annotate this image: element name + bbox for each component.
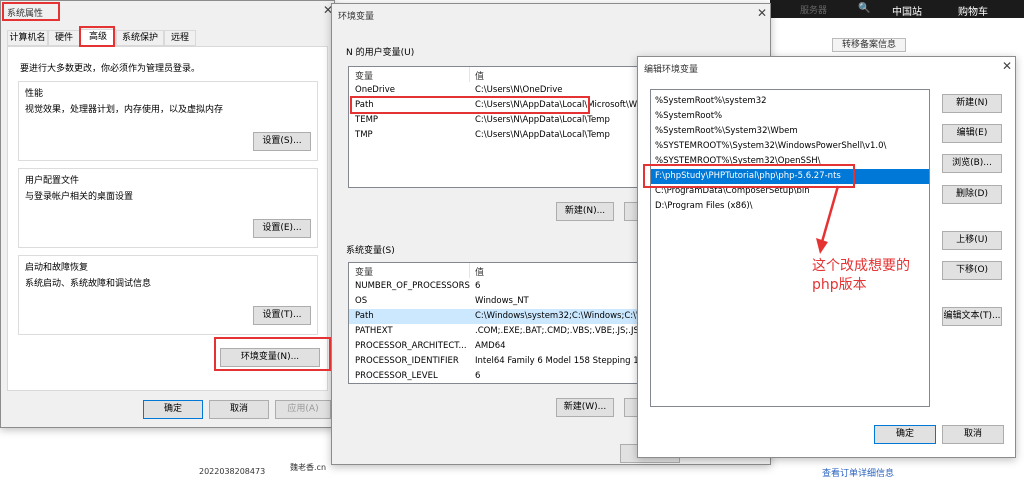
tab-computer-name[interactable]: 计算机名 xyxy=(7,30,48,46)
window-title: 环境变量 xyxy=(338,12,375,22)
tab-system-protection[interactable]: 系统保护 xyxy=(116,30,164,46)
delete-path-button[interactable]: 删除(D) xyxy=(942,185,1002,204)
list-item[interactable]: C:\ProgramData\ComposerSetup\bin xyxy=(651,184,929,199)
system-vars-section-label: 系统变量(S) xyxy=(346,246,395,256)
list-item-selected[interactable]: F:\phpStudy\PHPTutorial\php\php-5.6.27-n… xyxy=(651,169,929,184)
browse-button[interactable]: 浏览(B)... xyxy=(942,154,1002,173)
arrow-annotation-icon xyxy=(816,185,840,254)
domain-name: 魏老香.cn xyxy=(290,463,327,472)
move-down-button[interactable]: 下移(O) xyxy=(942,261,1002,280)
window-title: 编辑环境变量 xyxy=(644,65,699,75)
transfer-record-button[interactable]: 转移备案信息 xyxy=(832,38,906,52)
system-properties-window: 系统属性 ✕ 计算机名 硬件 高级 系统保护 远程 要进行大多数更改，你必须作为… xyxy=(0,0,335,428)
col-value: 值 xyxy=(475,268,485,278)
user-vars-section-label: N 的用户变量(U) xyxy=(346,48,415,58)
path-entries-list[interactable]: %SystemRoot%\system32 %SystemRoot% %Syst… xyxy=(650,89,930,407)
list-item[interactable]: %SystemRoot%\system32 xyxy=(651,94,929,109)
apply-button[interactable]: 应用(A) xyxy=(275,400,331,419)
window-title: 系统属性 xyxy=(7,9,44,19)
server-text: 服务器 xyxy=(800,6,828,16)
order-number: 2022038208473 xyxy=(199,467,266,476)
startup-settings-button[interactable]: 设置(T)... xyxy=(253,306,311,325)
tab-advanced[interactable]: 高级 xyxy=(80,29,116,46)
cancel-button[interactable]: 取消 xyxy=(942,425,1004,444)
user-profile-group: 用户配置文件 与登录帐户相关的桌面设置 设置(E)... xyxy=(18,168,318,248)
annotation-text: 这个改成想要的 php版本 xyxy=(812,257,910,295)
website-topbar: 服务器 🔍 中国站 购物车 xyxy=(770,0,1024,18)
edit-path-button[interactable]: 编辑(E) xyxy=(942,124,1002,143)
nav-cart[interactable]: 购物车 xyxy=(958,3,988,18)
performance-title: 性能 xyxy=(25,89,44,99)
performance-group: 性能 视觉效果，处理器计划，内存使用，以及虚拟内存 设置(S)... xyxy=(18,81,318,161)
col-variable: 变量 xyxy=(355,72,374,82)
user-profile-settings-button[interactable]: 设置(E)... xyxy=(253,219,311,238)
order-detail-link[interactable]: 查看订单详细信息 xyxy=(822,466,894,479)
admin-note: 要进行大多数更改，你必须作为管理员登录。 xyxy=(20,64,201,74)
annotation-line-2: php版本 xyxy=(812,277,867,293)
col-value: 值 xyxy=(475,72,485,82)
move-up-button[interactable]: 上移(U) xyxy=(942,231,1002,250)
list-item[interactable]: %SystemRoot%\System32\Wbem xyxy=(651,124,929,139)
performance-settings-button[interactable]: 设置(S)... xyxy=(253,132,311,151)
ok-button[interactable]: 确定 xyxy=(874,425,936,444)
col-variable: 变量 xyxy=(355,268,374,278)
startup-recovery-group: 启动和故障恢复 系统启动、系统故障和调试信息 设置(T)... xyxy=(18,255,318,335)
cancel-button[interactable]: 取消 xyxy=(209,400,269,419)
list-item[interactable]: %SYSTEMROOT%\System32\OpenSSH\ xyxy=(651,154,929,169)
new-user-var-button[interactable]: 新建(N)... xyxy=(556,202,614,221)
search-icon[interactable]: 🔍 xyxy=(858,3,870,14)
close-icon[interactable]: ✕ xyxy=(757,6,767,20)
new-path-button[interactable]: 新建(N) xyxy=(942,94,1002,113)
new-system-var-button[interactable]: 新建(W)... xyxy=(556,398,614,417)
list-item[interactable]: D:\Program Files (x86)\ xyxy=(651,199,929,214)
user-profile-title: 用户配置文件 xyxy=(25,176,80,186)
user-profile-desc: 与登录帐户相关的桌面设置 xyxy=(25,192,134,202)
performance-desc: 视觉效果，处理器计划，内存使用，以及虚拟内存 xyxy=(25,105,224,115)
list-item[interactable]: %SYSTEMROOT%\System32\WindowsPowerShell\… xyxy=(651,139,929,154)
nav-china-site[interactable]: 中国站 xyxy=(892,3,922,18)
ok-button[interactable]: 确定 xyxy=(143,400,203,419)
startup-recovery-desc: 系统启动、系统故障和调试信息 xyxy=(25,279,152,289)
tab-hardware[interactable]: 硬件 xyxy=(48,30,80,46)
startup-recovery-title: 启动和故障恢复 xyxy=(25,263,89,273)
close-icon[interactable]: ✕ xyxy=(1002,59,1012,73)
annotation-line-1: 这个改成想要的 xyxy=(812,258,910,274)
environment-variables-button[interactable]: 环境变量(N)... xyxy=(220,348,320,367)
edit-text-button[interactable]: 编辑文本(T)... xyxy=(942,307,1002,326)
tab-remote[interactable]: 远程 xyxy=(164,30,196,46)
list-item[interactable]: %SystemRoot% xyxy=(651,109,929,124)
advanced-pane: 要进行大多数更改，你必须作为管理员登录。 性能 视觉效果，处理器计划，内存使用，… xyxy=(7,46,328,391)
